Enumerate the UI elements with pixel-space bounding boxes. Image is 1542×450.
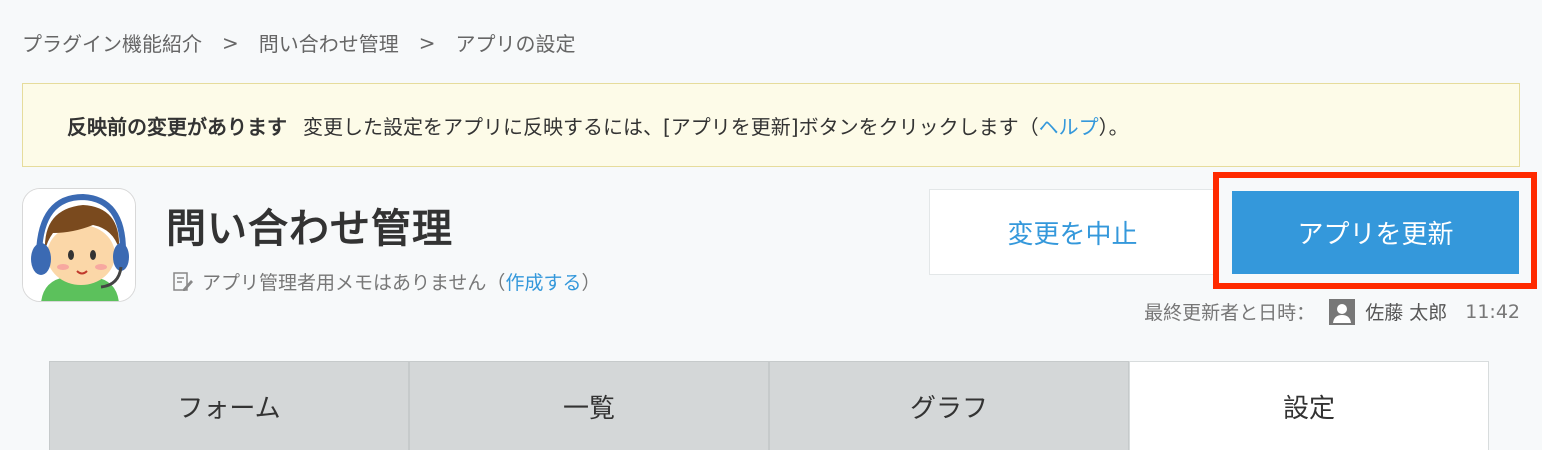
admin-memo: アプリ管理者用メモはありません（ 作成する ） [172,268,600,295]
help-link[interactable]: ヘルプ [1039,111,1099,140]
create-memo-link[interactable]: 作成する [505,268,581,295]
memo-text-end: ） [581,272,601,294]
breadcrumb-item-current: アプリの設定 [455,32,576,56]
headset-person-icon [22,188,136,302]
tab-form[interactable]: フォーム [49,361,409,450]
memo-text: アプリ管理者用メモはありません（ [202,272,506,294]
breadcrumb-item-app[interactable]: 問い合わせ管理 [259,28,399,57]
tab-graph[interactable]: グラフ [769,361,1129,450]
last-updated-info: 最終更新者と日時： 佐藤 太郎 11:42 [1144,298,1520,325]
app-settings-page: プラグイン機能紹介 > 問い合わせ管理 > アプリの設定 反映前の変更があります… [0,0,1542,450]
cancel-changes-button[interactable]: 変更を中止 [929,189,1216,275]
user-icon [1329,298,1356,325]
last-updated-time: 11:42 [1465,300,1520,323]
breadcrumb-separator: > [418,30,436,55]
breadcrumb-item-plugin-intro[interactable]: プラグイン機能紹介 [22,28,202,57]
settings-tabs: フォーム 一覧 グラフ 設定 [49,361,1489,450]
tab-list[interactable]: 一覧 [409,361,769,450]
last-updated-label: 最終更新者と日時： [1144,302,1316,324]
breadcrumb-separator: > [222,30,239,55]
update-app-button[interactable]: アプリを更新 [1232,191,1519,274]
unapplied-changes-notice: 反映前の変更があります 変更した設定をアプリに反映するには、[アプリを更新]ボタ… [22,83,1520,167]
last-updated-user: 佐藤 太郎 [1365,302,1448,324]
breadcrumb: プラグイン機能紹介 > 問い合わせ管理 > アプリの設定 [22,28,576,57]
edit-note-icon [173,271,193,291]
tab-settings[interactable]: 設定 [1129,361,1489,450]
notice-title: 反映前の変更があります [67,114,287,139]
notice-message: 変更した設定をアプリに反映するには、[アプリを更新]ボタンをクリックします（ [303,114,1039,139]
app-title: 問い合わせ管理 [166,206,453,252]
notice-message-end: ）。 [1098,114,1129,139]
